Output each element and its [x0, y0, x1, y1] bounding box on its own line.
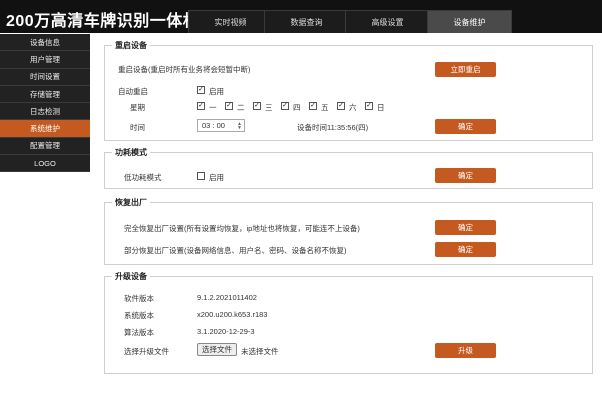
sidebar-item-config-management[interactable]: 配置管理	[0, 138, 90, 156]
auto-reboot-label: 自动重启	[118, 87, 148, 96]
time-label: 时间	[130, 123, 145, 132]
tab-device-maintenance[interactable]: 设备维护	[427, 10, 512, 33]
app-title: 200万高清车牌识别一体机	[6, 13, 200, 30]
tab-data-query[interactable]: 数据查询	[264, 10, 349, 33]
tab-advanced-settings[interactable]: 高级设置	[345, 10, 430, 33]
time-minute: 00	[216, 121, 225, 130]
lowpower-section: 功耗模式 低功耗模式 启用 确定	[104, 147, 593, 189]
partial-reset-button[interactable]: 确定	[435, 242, 496, 257]
sidebar-item-user-management[interactable]: 用户管理	[0, 51, 90, 69]
sidebar-item-storage-management[interactable]: 存储管理	[0, 86, 90, 104]
day-label-sun: 日	[377, 103, 385, 112]
day-label-mon: 一	[209, 103, 217, 112]
day-checkbox-sat[interactable]	[337, 102, 345, 110]
reboot-description: 重启设备(重启时所有业务将会短暂中断)	[118, 65, 251, 74]
tab-live-video[interactable]: 实时视频	[188, 10, 273, 33]
reboot-confirm-button[interactable]: 确定	[435, 119, 496, 134]
full-reset-button[interactable]: 确定	[435, 220, 496, 235]
device-time-text: 设备时间11:35:56(四)	[297, 123, 369, 132]
lowpower-section-title: 功耗模式	[112, 147, 150, 158]
lowpower-confirm-button[interactable]: 确定	[435, 168, 496, 183]
upgrade-section: 升级设备 软件版本 9.1.2.2021011402 系统版本 x200.u20…	[104, 271, 593, 374]
factory-reset-section-title: 恢复出厂	[112, 197, 150, 208]
lowpower-enable-label: 启用	[209, 173, 224, 182]
day-label-wed: 三	[265, 103, 273, 112]
day-label-sat: 六	[349, 103, 357, 112]
reboot-time-input[interactable]: 03 : 00 ▲ ▼	[197, 119, 245, 132]
week-label: 星期	[130, 103, 145, 112]
day-checkbox-mon[interactable]	[197, 102, 205, 110]
lowpower-checkbox[interactable]	[197, 172, 205, 180]
system-version-value: x200.u200.k653.r183	[197, 310, 268, 319]
day-checkbox-thu[interactable]	[281, 102, 289, 110]
reboot-section-title: 重启设备	[112, 40, 150, 51]
algorithm-version-label: 算法版本	[124, 328, 154, 337]
full-reset-description: 完全恢复出厂设置(所有设置均恢复，ip地址也将恢复，可能连不上设备)	[124, 224, 360, 233]
day-checkbox-wed[interactable]	[253, 102, 261, 110]
software-version-value: 9.1.2.2021011402	[197, 293, 257, 302]
day-label-tue: 二	[237, 103, 245, 112]
auto-reboot-enable-label: 启用	[209, 87, 224, 96]
upgrade-file-label: 选择升级文件	[124, 347, 169, 356]
day-label-fri: 五	[321, 103, 329, 112]
lowpower-label: 低功耗模式	[124, 173, 162, 182]
time-separator: :	[212, 121, 215, 130]
reboot-section: 重启设备 重启设备(重启时所有业务将会短暂中断) 立即重启 自动重启 启用 星期…	[104, 40, 593, 141]
time-hour: 03	[202, 121, 211, 130]
system-version-label: 系统版本	[124, 311, 154, 320]
top-header: 200万高清车牌识别一体机 实时视频 数据查询 高级设置 设备维护	[0, 0, 602, 33]
reboot-now-button[interactable]: 立即重启	[435, 62, 496, 77]
day-label-thu: 四	[293, 103, 301, 112]
factory-reset-section: 恢复出厂 完全恢复出厂设置(所有设置均恢复，ip地址也将恢复，可能连不上设备) …	[104, 197, 593, 265]
no-file-chosen-text: 未选择文件	[241, 347, 279, 356]
day-checkbox-tue[interactable]	[225, 102, 233, 110]
algorithm-version-value: 3.1.2020-12-29-3	[197, 327, 255, 336]
day-checkbox-fri[interactable]	[309, 102, 317, 110]
sidebar-item-logo[interactable]: LOGO	[0, 155, 90, 173]
choose-file-button[interactable]: 选择文件	[197, 343, 237, 356]
software-version-label: 软件版本	[124, 294, 154, 303]
partial-reset-description: 部分恢复出厂设置(设备网络信息、用户名、密码、设备名称不恢复)	[124, 246, 347, 255]
sidebar-item-system-maintenance[interactable]: 系统维护	[0, 120, 90, 138]
time-spinner-icon[interactable]: ▲ ▼	[237, 122, 242, 131]
sidebar: 设备信息 用户管理 时间设置 存储管理 日志检测 系统维护 配置管理 LOGO	[0, 34, 90, 173]
upgrade-section-title: 升级设备	[112, 271, 150, 282]
day-checkbox-sun[interactable]	[365, 102, 373, 110]
auto-reboot-checkbox[interactable]	[197, 86, 205, 94]
sidebar-item-device-info[interactable]: 设备信息	[0, 34, 90, 52]
upgrade-button[interactable]: 升级	[435, 343, 496, 358]
sidebar-item-time-settings[interactable]: 时间设置	[0, 69, 90, 86]
sidebar-item-log-detection[interactable]: 日志检测	[0, 103, 90, 121]
